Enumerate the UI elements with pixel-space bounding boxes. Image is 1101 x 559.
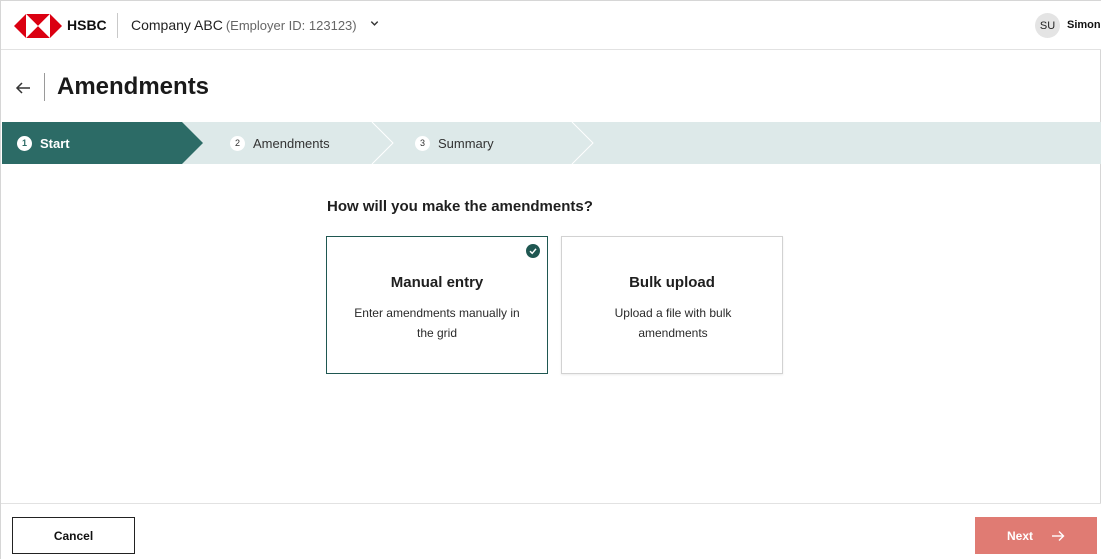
step-number: 2 [230, 135, 245, 151]
back-arrow-icon[interactable] [14, 79, 32, 97]
user-name[interactable]: Simon [1067, 19, 1101, 31]
arrow-right-icon [1052, 530, 1065, 541]
footer-bar: Cancel Next [1, 503, 1101, 559]
option-title: Bulk upload [629, 274, 715, 291]
avatar[interactable]: SU [1035, 13, 1060, 38]
method-question: How will you make the amendments? [327, 198, 593, 215]
next-button-label: Next [1006, 528, 1033, 543]
hsbc-logo[interactable] [14, 14, 62, 38]
next-button[interactable]: Next [975, 517, 1097, 554]
page-title: Amendments [57, 73, 210, 100]
top-bar: HSBC Company ABC (Employer ID: 123123) SU… [1, 1, 1101, 50]
step-amendments: 2 Amendments [230, 122, 330, 164]
progress-stepper: 1 Start 2 Amendments 3 Summary [2, 122, 1101, 164]
brand-name: HSBC [67, 17, 107, 33]
option-card-bulk-upload[interactable]: Bulk upload Upload a file with bulk amen… [561, 236, 783, 374]
option-description: Upload a file with bulk amendments [614, 306, 732, 340]
chevron-down-icon [370, 21, 378, 26]
step-label: Start [40, 135, 70, 151]
option-title: Manual entry [390, 274, 484, 291]
step-label: Summary [438, 135, 494, 151]
step-start: 1 Start [17, 122, 70, 164]
employer-id: (Employer ID: 123123) [225, 18, 357, 33]
check-circle-icon [526, 244, 540, 258]
stepper-track [2, 122, 594, 164]
title-divider [44, 73, 45, 101]
option-card-manual-entry[interactable]: Manual entry Enter amendments manually i… [326, 236, 548, 374]
option-description: Enter amendments manually in the grid [354, 306, 520, 340]
step-summary: 3 Summary [415, 122, 494, 164]
step-label: Amendments [253, 135, 330, 151]
company-name: Company ABC [131, 17, 223, 33]
header-divider [117, 13, 118, 38]
cancel-button[interactable]: Cancel [12, 517, 135, 554]
step-number: 1 [17, 135, 32, 151]
company-selector[interactable]: Company ABC (Employer ID: 123123) [131, 17, 380, 33]
step-number: 3 [415, 135, 430, 151]
app-window: HSBC Company ABC (Employer ID: 123123) SU… [0, 0, 1101, 559]
